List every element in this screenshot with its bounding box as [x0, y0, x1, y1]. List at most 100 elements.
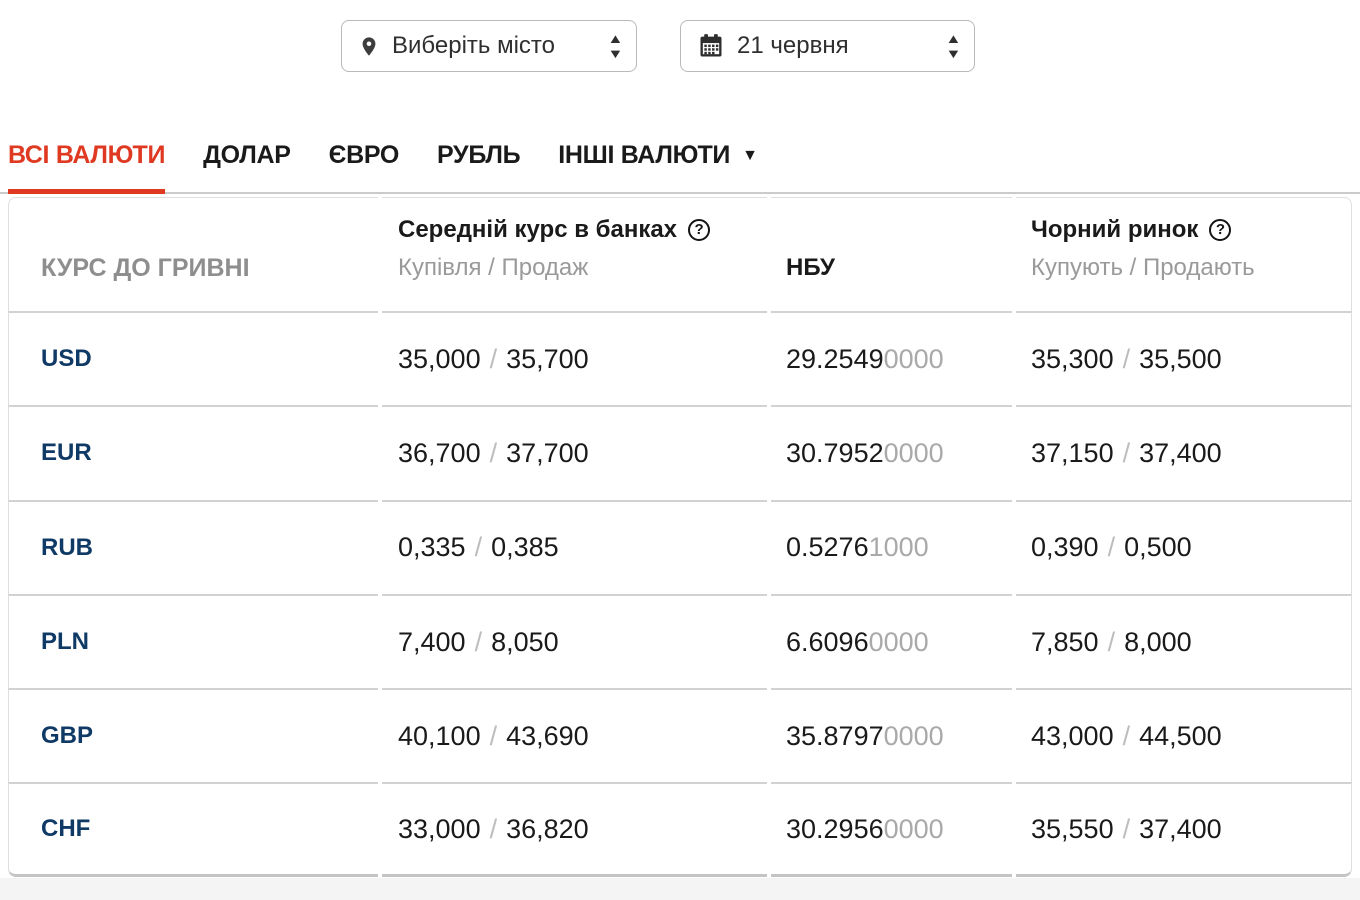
- nbu-value-trailing-zeros: 0000: [869, 627, 929, 658]
- slash-separator: /: [1108, 627, 1116, 658]
- currency-code-link[interactable]: GBP: [41, 722, 93, 750]
- slash-separator: /: [490, 344, 498, 375]
- slash-separator: /: [1123, 721, 1131, 752]
- nbu-value-trailing-zeros: 0000: [884, 438, 944, 469]
- date-select[interactable]: 21 червня ▲▼: [680, 20, 975, 72]
- black-market-sell-value: 35,500: [1139, 344, 1222, 375]
- tab-ruble[interactable]: РУБЛЬ: [437, 118, 520, 192]
- header-bank-avg-title: Середній курс в банках: [398, 211, 677, 249]
- question-circle-icon[interactable]: ?: [1209, 219, 1231, 241]
- tab-other-currencies[interactable]: ІНШІ ВАЛЮТИ ▼: [558, 118, 757, 192]
- nbu-value-trailing-zeros: 0000: [884, 344, 944, 375]
- tab-euro[interactable]: ЄВРО: [329, 118, 399, 192]
- bank-sell-value: 8,050: [491, 627, 559, 658]
- tab-all-currencies[interactable]: ВСІ ВАЛЮТИ: [8, 118, 165, 192]
- table-row-black-market-cell: 35,300/35,500: [1016, 311, 1352, 405]
- black-market-buy-value: 35,300: [1031, 344, 1114, 375]
- nbu-value-trailing-zeros: 1000: [869, 532, 929, 563]
- currency-code-link[interactable]: RUB: [41, 534, 93, 562]
- header-black-market-title: Чорний ринок: [1031, 211, 1198, 249]
- table-row-bank-avg-cell: 0,335/0,385: [382, 500, 767, 594]
- header-nbu-title: НБУ: [786, 249, 1012, 287]
- city-select-value: Виберіть місто: [392, 32, 555, 60]
- table-row-black-market-cell: 35,550 / 37,400: [1016, 782, 1352, 876]
- header-nbu-column: НБУ: [771, 197, 1012, 311]
- slash-separator: /: [1123, 438, 1131, 469]
- currency-code-link[interactable]: PLN: [41, 628, 89, 656]
- nbu-value: 29.2549: [786, 344, 884, 375]
- calendar-icon: [697, 32, 725, 60]
- header-bank-avg-column: Середній курс в банках ? Купівля / Прода…: [382, 197, 767, 311]
- table-row-nbu-cell: 29.25490000: [771, 311, 1012, 405]
- black-market-sell-value: 44,500: [1139, 721, 1222, 752]
- table-row-bank-avg-cell: 33,000 / 36,820: [382, 782, 767, 876]
- bank-sell-value: 35,700: [506, 344, 589, 375]
- bank-buy-value: 7,400: [398, 627, 466, 658]
- tab-label: ДОЛАР: [203, 141, 290, 170]
- black-market-buy-value: 43,000: [1031, 721, 1114, 752]
- black-market-buy-value: 37,150: [1031, 438, 1114, 469]
- header-currency-label: КУРС ДО ГРИВНІ: [41, 249, 378, 287]
- chevron-down-icon: ▼: [742, 147, 758, 165]
- table-row-nbu-cell: 30.79520000: [771, 405, 1012, 499]
- nbu-value-trailing-zeros: 0000: [884, 814, 944, 845]
- slash-separator: /: [475, 627, 483, 658]
- black-market-buy-value: 35,550: [1031, 814, 1114, 845]
- table-row-black-market-cell: 7,850 / 8,000: [1016, 594, 1352, 688]
- table-row-black-market-cell: 43,000 / 44,500: [1016, 688, 1352, 782]
- bank-sell-value: 37,700: [506, 438, 589, 469]
- tab-label: ЄВРО: [329, 141, 399, 170]
- bank-sell-value: 43,690: [506, 721, 589, 752]
- black-market-buy-value: 7,850: [1031, 627, 1099, 658]
- currency-code-link[interactable]: USD: [41, 345, 92, 373]
- tab-label: ВСІ ВАЛЮТИ: [8, 141, 165, 170]
- header-black-market-column: Чорний ринок ? Купують / Продають: [1016, 197, 1352, 311]
- location-pin-icon: [358, 33, 380, 60]
- currency-code-link[interactable]: CHF: [41, 815, 90, 843]
- date-select-value: 21 червня: [737, 32, 849, 60]
- table-row-nbu-cell: 30.29560000: [771, 782, 1012, 876]
- nbu-value-trailing-zeros: 0000: [884, 721, 944, 752]
- tab-label: РУБЛЬ: [437, 141, 520, 170]
- tab-label: ІНШІ ВАЛЮТИ: [558, 141, 730, 170]
- table-row-bank-avg-cell: 35,000 / 35,700: [382, 311, 767, 405]
- table-row-currency-cell: EUR: [8, 405, 378, 499]
- nbu-value: 30.7952: [786, 438, 884, 469]
- nbu-value: 0.5276: [786, 532, 869, 563]
- tab-dollar[interactable]: ДОЛАР: [203, 118, 290, 192]
- table-row-black-market-cell: 0,390/0,500: [1016, 500, 1352, 594]
- bank-buy-value: 33,000: [398, 814, 481, 845]
- black-market-sell-value: 8,000: [1124, 627, 1192, 658]
- rates-table: КУРС ДО ГРИВНІ Середній курс в банках ? …: [8, 197, 1352, 877]
- table-row-currency-cell: CHF: [8, 782, 378, 876]
- question-circle-icon[interactable]: ?: [688, 219, 710, 241]
- page-background-strip: [0, 878, 1360, 900]
- currency-rates-page: Виберіть місто ▲▼ 21 червня ▲▼: [0, 0, 1360, 900]
- slash-separator: /: [1123, 814, 1131, 845]
- bank-buy-value: 35,000: [398, 344, 481, 375]
- currency-code-link[interactable]: EUR: [41, 439, 92, 467]
- table-row-nbu-cell: 0.52761000: [771, 500, 1012, 594]
- black-market-sell-value: 37,400: [1139, 438, 1222, 469]
- table-row-nbu-cell: 35.87970000: [771, 688, 1012, 782]
- slash-separator: /: [1108, 532, 1116, 563]
- table-row-currency-cell: USD: [8, 311, 378, 405]
- nbu-value: 30.2956: [786, 814, 884, 845]
- black-market-sell-value: 0,500: [1124, 532, 1192, 563]
- slash-separator: /: [475, 532, 483, 563]
- slash-separator: /: [490, 721, 498, 752]
- table-row-bank-avg-cell: 7,400 / 8,050: [382, 594, 767, 688]
- table-row-bank-avg-cell: 40,100/43,690: [382, 688, 767, 782]
- bank-sell-value: 36,820: [506, 814, 589, 845]
- table-row-currency-cell: GBP: [8, 688, 378, 782]
- city-select[interactable]: Виберіть місто ▲▼: [341, 20, 637, 72]
- table-row-bank-avg-cell: 36,700/37,700: [382, 405, 767, 499]
- nbu-value: 6.6096: [786, 627, 869, 658]
- black-market-sell-value: 37,400: [1139, 814, 1222, 845]
- table-row-currency-cell: RUB: [8, 500, 378, 594]
- table-row-nbu-cell: 6.60960000: [771, 594, 1012, 688]
- slash-separator: /: [490, 814, 498, 845]
- table-row-currency-cell: PLN: [8, 594, 378, 688]
- bank-sell-value: 0,385: [491, 532, 559, 563]
- table-row-black-market-cell: 37,150 / 37,400: [1016, 405, 1352, 499]
